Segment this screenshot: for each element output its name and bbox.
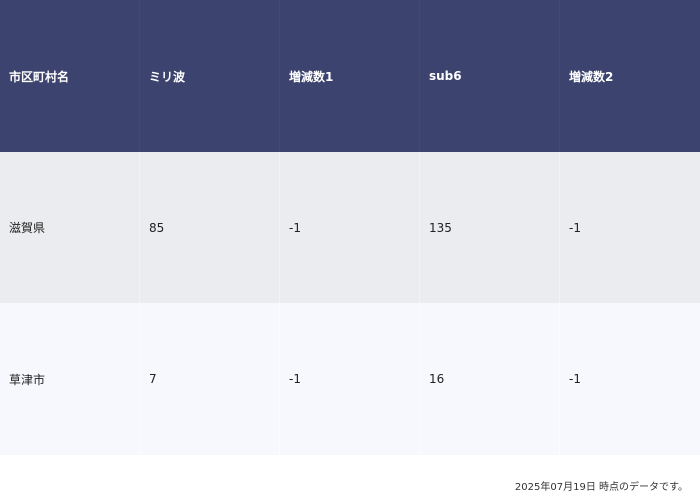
column-header-change2[interactable]: 増減数2: [560, 0, 700, 152]
data-table: 市区町村名 ミリ波 増減数1 sub6 増減数2 滋賀県 85 -1 135 -…: [0, 0, 700, 455]
table-cell: -1: [560, 303, 700, 455]
table-cell: 85: [140, 152, 280, 303]
table-cell: 135: [420, 152, 560, 303]
table-cell: -1: [280, 303, 420, 455]
table-cell: 7: [140, 303, 280, 455]
table-cell: -1: [280, 152, 420, 303]
table-cell: 滋賀県: [0, 152, 140, 303]
table-cell: 草津市: [0, 303, 140, 455]
table-cell: 16: [420, 303, 560, 455]
column-header-sub6[interactable]: sub6: [420, 0, 560, 152]
column-header-change1[interactable]: 増減数1: [280, 0, 420, 152]
column-header-municipality[interactable]: 市区町村名: [0, 0, 140, 152]
table-cell: -1: [560, 152, 700, 303]
column-header-mmwave[interactable]: ミリ波: [140, 0, 280, 152]
data-timestamp-note: 2025年07月19日 時点のデータです。: [514, 482, 688, 493]
